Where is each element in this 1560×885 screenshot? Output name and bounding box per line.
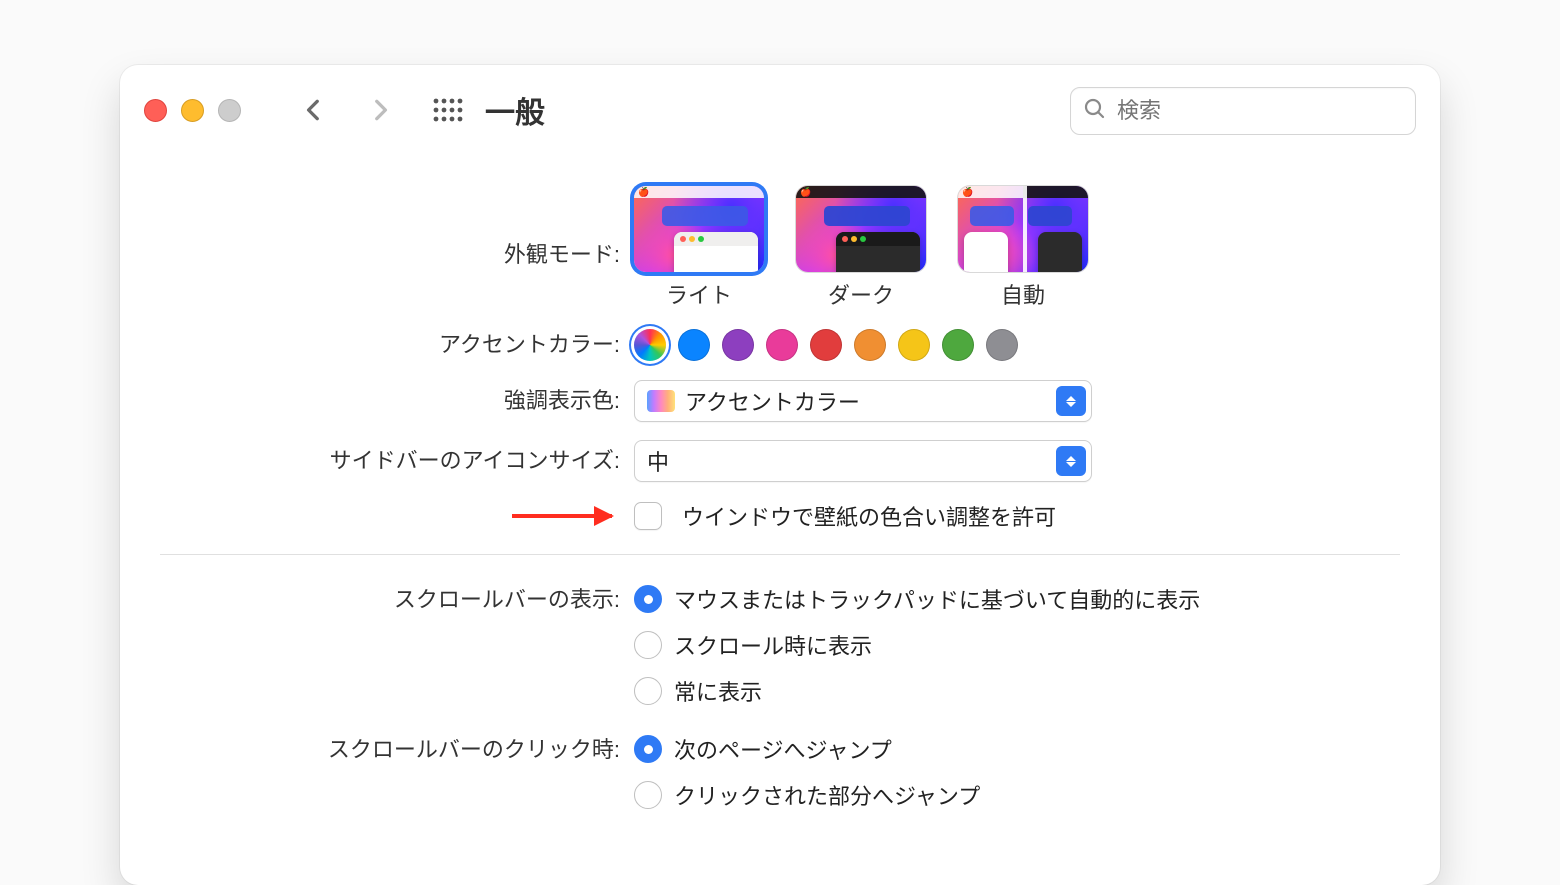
wallpaper-tint-label: ウインドウで壁紙の色合い調整を許可 — [682, 500, 1056, 532]
highlight-value: アクセントカラー — [685, 385, 860, 417]
content: 外観モード: 🍎 ライト — [120, 156, 1440, 811]
preferences-window: 一般 外観モード: 🍎 — [120, 65, 1440, 885]
accent-swatch-pink[interactable] — [766, 329, 798, 361]
row-highlight: 強調表示色: アクセントカラー — [160, 380, 1400, 422]
accent-swatch-red[interactable] — [810, 329, 842, 361]
radio-label: 常に表示 — [674, 675, 762, 707]
highlight-label: 強調表示色: — [160, 384, 634, 418]
window-title: 一般 — [485, 88, 545, 132]
row-sidebar-icon-size: サイドバーのアイコンサイズ: 中 — [160, 440, 1400, 482]
divider — [160, 554, 1400, 555]
appearance-dark-label: ダーク — [828, 278, 894, 310]
row-scrollbar-click: スクロールバーのクリック時: 次のページへジャンプクリックされた部分へジャンプ — [160, 733, 1400, 811]
accent-swatches — [634, 329, 1018, 361]
appearance-option-light[interactable]: 🍎 ライト — [634, 186, 764, 310]
sidebar-size-value: 中 — [647, 445, 669, 477]
appearance-options: 🍎 ライト 🍎 ダ — [634, 186, 1088, 310]
row-accent: アクセントカラー: — [160, 328, 1400, 362]
sidebar-size-label: サイドバーのアイコンサイズ: — [160, 444, 634, 478]
highlight-select[interactable]: アクセントカラー — [634, 380, 1092, 422]
accent-swatch-green[interactable] — [942, 329, 974, 361]
accent-swatch-orange[interactable] — [854, 329, 886, 361]
radio-icon[interactable] — [634, 585, 662, 613]
caret-icon — [1056, 386, 1086, 416]
wallpaper-tint-checkbox[interactable] — [634, 502, 662, 530]
scrollbar-click-label: スクロールバーのクリック時: — [160, 733, 634, 767]
highlight-swatch-icon — [647, 390, 675, 412]
row-scrollbar-show: スクロールバーの表示: マウスまたはトラックパッドに基づいて自動的に表示スクロー… — [160, 583, 1400, 707]
appearance-light-label: ライト — [666, 278, 732, 310]
radio-label: マウスまたはトラックパッドに基づいて自動的に表示 — [674, 583, 1200, 615]
traffic-lights — [144, 99, 241, 122]
back-button[interactable] — [301, 97, 327, 123]
annotation-arrow-icon — [512, 514, 612, 518]
appearance-label: 外観モード: — [160, 186, 634, 272]
accent-swatch-yellow[interactable] — [898, 329, 930, 361]
forward-button — [367, 97, 393, 123]
radio-option[interactable]: 常に表示 — [634, 675, 1200, 707]
radio-option[interactable]: 次のページへジャンプ — [634, 733, 980, 765]
accent-swatch-purple[interactable] — [722, 329, 754, 361]
scrollbar-show-options: マウスまたはトラックパッドに基づいて自動的に表示スクロール時に表示常に表示 — [634, 583, 1200, 707]
sidebar-size-select[interactable]: 中 — [634, 440, 1092, 482]
radio-icon[interactable] — [634, 735, 662, 763]
search-icon — [1083, 97, 1107, 126]
accent-swatch-graphite[interactable] — [986, 329, 1018, 361]
row-wallpaper-tint: ウインドウで壁紙の色合い調整を許可 — [160, 500, 1400, 532]
radio-option[interactable]: クリックされた部分へジャンプ — [634, 779, 980, 811]
close-icon[interactable] — [144, 99, 167, 122]
show-all-icon[interactable] — [433, 98, 467, 122]
search-field[interactable] — [1070, 87, 1416, 135]
appearance-option-dark[interactable]: 🍎 ダーク — [796, 186, 926, 310]
radio-label: クリックされた部分へジャンプ — [674, 779, 980, 811]
accent-label: アクセントカラー: — [160, 328, 634, 362]
row-appearance: 外観モード: 🍎 ライト — [160, 186, 1400, 310]
radio-option[interactable]: スクロール時に表示 — [634, 629, 1200, 661]
nav-buttons — [301, 97, 393, 123]
minimize-icon[interactable] — [181, 99, 204, 122]
accent-swatch-multicolor[interactable] — [634, 329, 666, 361]
radio-icon[interactable] — [634, 631, 662, 659]
appearance-auto-label: 自動 — [1001, 278, 1045, 310]
caret-icon — [1056, 446, 1086, 476]
radio-icon[interactable] — [634, 781, 662, 809]
search-input[interactable] — [1115, 97, 1369, 125]
titlebar: 一般 — [120, 65, 1440, 156]
radio-icon[interactable] — [634, 677, 662, 705]
appearance-option-auto[interactable]: 🍎 自動 — [958, 186, 1088, 310]
radio-option[interactable]: マウスまたはトラックパッドに基づいて自動的に表示 — [634, 583, 1200, 615]
zoom-icon — [218, 99, 241, 122]
radio-label: 次のページへジャンプ — [674, 733, 892, 765]
accent-swatch-blue[interactable] — [678, 329, 710, 361]
radio-label: スクロール時に表示 — [674, 629, 872, 661]
scrollbar-show-label: スクロールバーの表示: — [160, 583, 634, 617]
scrollbar-click-options: 次のページへジャンプクリックされた部分へジャンプ — [634, 733, 980, 811]
